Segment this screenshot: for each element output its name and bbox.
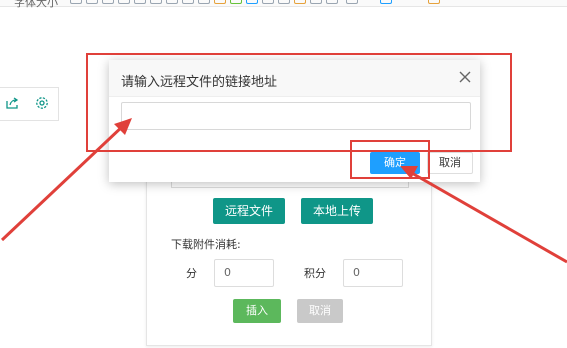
jifen-label: 积分 [304,267,326,280]
share-icon[interactable] [3,94,21,112]
editor-toolbar: 字体大小 [0,0,567,10]
toolbar-tool-icon[interactable] [428,0,440,4]
toolbar-tool-icon[interactable] [118,0,130,4]
toolbar-tool-icon[interactable] [230,0,242,4]
toolbar-tool-icon[interactable] [380,0,392,4]
attachment-dialog: 远程文件 本地上传 下载附件消耗: 分 0 积分 0 插入 取消 [146,158,432,346]
download-cost-label: 下载附件消耗: [171,238,241,251]
toolbar-tool-icon[interactable] [214,0,226,4]
toolbar-tool-icon[interactable] [246,0,258,4]
dialog-cancel-button[interactable]: 取消 [297,299,343,323]
toolbar-tool-icon[interactable] [86,0,98,4]
fen-input[interactable]: 0 [214,259,274,287]
remote-file-button[interactable]: 远程文件 [213,198,285,224]
toolbar-tool-icon[interactable] [262,0,274,4]
fen-label: 分 [186,267,197,280]
toolbar-tool-icon[interactable] [326,0,338,4]
toolbar-tool-icon[interactable] [198,0,210,4]
toolbar-tool-icon[interactable] [182,0,194,4]
annotation-highlight-box [86,53,512,152]
toolbar-font-size-label[interactable]: 字体大小 [14,0,58,10]
side-action-panel [0,87,59,121]
gear-icon[interactable] [33,94,51,112]
toolbar-tool-icon[interactable] [346,0,358,4]
toolbar-tool-icon[interactable] [310,0,322,4]
insert-button[interactable]: 插入 [233,299,281,323]
toolbar-tool-icon[interactable] [102,0,114,4]
toolbar-tool-icon[interactable] [134,0,146,4]
toolbar-tool-icon[interactable] [70,0,82,4]
jifen-input[interactable]: 0 [343,259,403,287]
prompt-cancel-button[interactable]: 取消 [427,152,473,174]
toolbar-tool-icon[interactable] [166,0,178,4]
local-upload-button[interactable]: 本地上传 [301,198,373,224]
annotation-highlight-box [350,140,430,179]
toolbar-tool-icon[interactable] [150,0,162,4]
toolbar-tool-icon[interactable] [278,0,290,4]
toolbar-tool-icon[interactable] [294,0,306,4]
